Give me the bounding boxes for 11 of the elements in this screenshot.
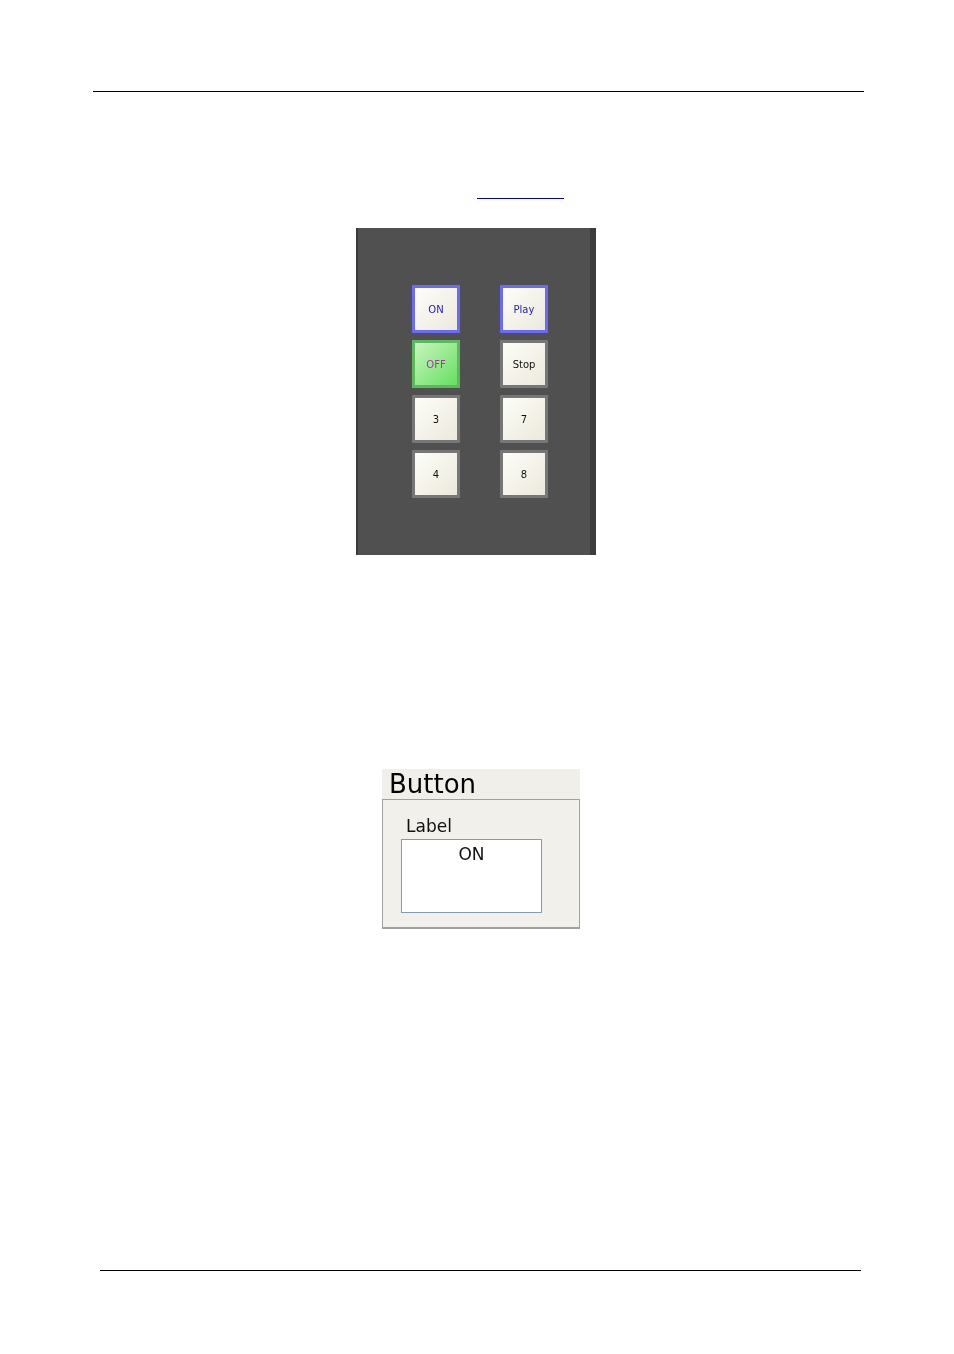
keypad-button[interactable]: 3 — [412, 395, 460, 443]
keypad-button[interactable]: ON — [412, 285, 460, 333]
keypad-button[interactable]: 8 — [500, 450, 548, 498]
keypad-button[interactable]: Stop — [500, 340, 548, 388]
panel-title: Button — [382, 769, 580, 799]
keypad-button[interactable]: 4 — [412, 450, 460, 498]
keypad-button[interactable]: OFF — [412, 340, 460, 388]
label-field[interactable]: ON — [401, 839, 542, 913]
keypad-button[interactable]: 7 — [500, 395, 548, 443]
keypad-button[interactable]: Play — [500, 285, 548, 333]
field-label: Label — [406, 816, 453, 836]
